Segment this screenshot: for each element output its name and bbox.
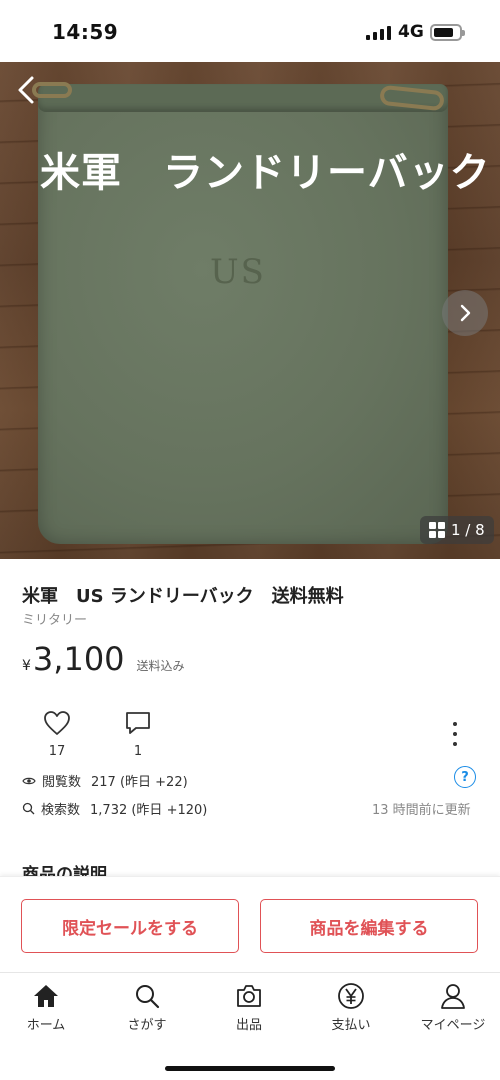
- limited-sale-button[interactable]: 限定セールをする: [21, 899, 239, 953]
- more-options-button[interactable]: [444, 722, 466, 746]
- signal-icon: [366, 26, 391, 40]
- action-bar: 限定セールをする 商品を編集する: [0, 876, 500, 972]
- tab-payment-label: 支払い: [331, 1018, 371, 1033]
- comment-button[interactable]: 1: [118, 710, 158, 759]
- image-caption: 米軍 ランドリーバック: [40, 150, 491, 196]
- views-label: 閲覧数: [42, 775, 82, 790]
- tab-home[interactable]: ホーム: [6, 981, 86, 1033]
- back-button[interactable]: [10, 72, 46, 108]
- search-icon: [22, 802, 35, 815]
- search-count-row: 検索数 1,732 (昨日 +120): [22, 799, 207, 818]
- chevron-left-icon: [18, 76, 34, 104]
- status-bar: 14:59 4G: [0, 0, 500, 62]
- like-button[interactable]: 17: [37, 710, 77, 759]
- help-icon[interactable]: ?: [454, 766, 476, 788]
- network-type: 4G: [398, 22, 424, 42]
- tab-bar: ホーム さがす 出品 支払い マイページ: [0, 972, 500, 1080]
- product-image-carousel[interactable]: US 米軍 ランドリーバック 1 / 8: [0, 62, 500, 559]
- search-icon: [132, 981, 162, 1011]
- more-dot: [453, 732, 457, 736]
- currency-symbol: ¥: [22, 658, 31, 674]
- search-count-label: 検索数: [41, 803, 81, 818]
- product-title: 米軍 US ランドリーバック 送料無料: [22, 586, 344, 607]
- photo-counter-text: 1 / 8: [451, 521, 485, 539]
- price-value: 3,100: [32, 640, 125, 678]
- price-row: ¥ 3,100 送料込み: [22, 640, 185, 678]
- like-count: 17: [48, 744, 66, 759]
- tab-sell-label: 出品: [235, 1018, 262, 1033]
- yen-icon: [336, 981, 366, 1011]
- photo-counter[interactable]: 1 / 8: [420, 516, 494, 544]
- grid-icon: [429, 522, 445, 538]
- eye-icon: [22, 777, 36, 784]
- search-count-value: 1,732 (昨日 +120): [90, 803, 208, 818]
- more-dot: [453, 722, 457, 726]
- bag-print-text: US: [210, 252, 266, 292]
- more-dot: [453, 742, 457, 746]
- updated-time: 13 時間前に更新: [372, 803, 471, 818]
- chevron-right-icon: [460, 304, 471, 322]
- heart-icon: [44, 711, 70, 735]
- comment-count: 1: [133, 744, 143, 759]
- tab-payment[interactable]: 支払い: [311, 981, 391, 1033]
- home-indicator: [165, 1066, 335, 1071]
- product-category[interactable]: ミリタリー: [22, 609, 87, 628]
- home-icon: [31, 981, 61, 1011]
- battery-icon: [430, 24, 465, 41]
- tab-mypage[interactable]: マイページ: [413, 981, 493, 1033]
- comment-icon: [126, 712, 150, 734]
- tab-home-label: ホーム: [26, 1018, 66, 1033]
- next-image-button[interactable]: [442, 290, 488, 336]
- tab-mypage-label: マイページ: [420, 1018, 486, 1033]
- tab-sell[interactable]: 出品: [209, 981, 289, 1033]
- person-icon: [438, 981, 468, 1011]
- edit-item-button[interactable]: 商品を編集する: [260, 899, 478, 953]
- tab-search-label: さがす: [127, 1018, 167, 1033]
- tab-search[interactable]: さがす: [107, 981, 187, 1033]
- status-time: 14:59: [52, 20, 119, 44]
- camera-icon: [234, 981, 264, 1011]
- views-value: 217 (昨日 +22): [91, 775, 188, 790]
- shipping-note: 送料込み: [136, 659, 185, 673]
- views-row: 閲覧数 217 (昨日 +22): [22, 771, 188, 790]
